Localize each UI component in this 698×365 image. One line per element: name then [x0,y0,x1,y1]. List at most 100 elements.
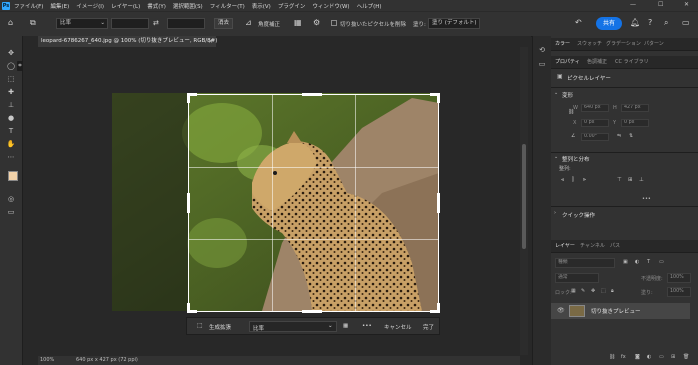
layer-row[interactable]: 👁︎ 切り抜きプレビュー [551,303,690,319]
tab-gradients[interactable]: グラデーション [606,38,641,50]
tab-swatches[interactable]: スウォッチ [577,38,602,50]
y-field[interactable]: 0 px [621,119,649,127]
blend-mode-select[interactable]: 通常 [555,273,599,283]
lock-artboard-icon[interactable]: ⬚ [601,288,606,294]
align-right-icon[interactable]: ⫸ [583,177,586,184]
menu-view[interactable]: 表示(V) [252,2,271,10]
quick-actions-title[interactable]: クイック操作 [562,211,595,219]
home-icon[interactable]: ⌂ [8,19,13,27]
lock-paint-icon[interactable]: ✎ [581,288,585,294]
more-tools-icon[interactable]: ⋯ [6,152,16,162]
hand-tool-icon[interactable]: ✋ [6,139,16,149]
overlay-grid-icon[interactable]: ▦ [294,19,302,27]
tab-cc-libraries[interactable]: CC ライブラリ [615,56,649,68]
height-input[interactable] [167,18,205,29]
swap-icon[interactable]: ⇄ [153,19,159,27]
menu-type[interactable]: 書式(Y) [147,2,166,10]
menu-layer[interactable]: レイヤー(L) [111,2,140,10]
bell-icon[interactable]: 🔔︎ [630,19,640,27]
fill-select[interactable]: 塗り (デフォルト) [428,18,480,29]
align-middle-icon[interactable]: ⊞ [628,177,633,183]
crop-handle-top[interactable] [302,93,322,96]
align-center-icon[interactable]: ⫿ [572,177,574,184]
crop-handle-left[interactable] [187,193,190,213]
minimize-button[interactable]: — [630,1,636,8]
crop-handle-bottom-right[interactable] [437,303,440,313]
clear-button[interactable]: 消去 [214,18,234,29]
menu-filter[interactable]: フィルター(T) [210,2,245,10]
crop-box[interactable] [188,94,439,312]
menu-help[interactable]: ヘルプ(H) [357,2,382,10]
lock-move-icon[interactable]: ✥ [591,288,595,294]
align-more-button[interactable]: ••• [642,196,651,202]
flip-horizontal-icon[interactable]: ⇋ [617,133,621,139]
stamp-tool-icon[interactable]: ⊥ [6,100,16,110]
w-field[interactable]: 640 px [581,104,609,112]
scrollbar-thumb[interactable] [522,144,526,249]
share-button[interactable]: 共有 [596,17,622,30]
menu-select[interactable]: 選択範囲(S) [173,2,203,10]
object-select-tool-icon[interactable]: ⬚ [6,74,16,84]
trash-icon[interactable]: 🗑︎ [683,354,689,360]
transform-section-title[interactable]: 変形 [562,91,573,99]
type-tool-icon[interactable]: T [6,126,16,136]
fx-icon[interactable]: fx [621,354,626,360]
move-tool-icon[interactable]: ✥ [6,48,16,58]
lasso-tool-icon[interactable]: ◯ [6,61,16,71]
layer-filter-input[interactable]: 種類 [555,258,615,268]
mask-icon[interactable]: ◙ [635,354,640,360]
tab-patterns[interactable]: パターン [644,38,664,50]
ratio-select[interactable]: 比率 ⌄ [56,18,108,29]
spot-heal-tool-icon[interactable]: ✚ [6,87,16,97]
document-tab[interactable]: leopard-6786267_640.jpg @ 100% (切り抜きプレビュ… [38,36,217,47]
menu-plugins[interactable]: プラグイン [278,2,306,10]
flip-vertical-icon[interactable]: ⇅ [629,133,633,139]
link-layers-icon[interactable]: ⛓ [609,354,615,360]
menu-edit[interactable]: 編集(E) [50,2,69,10]
done-button[interactable]: 完了 [423,323,434,331]
tab-adjustments[interactable]: 色調補正 [587,56,607,68]
gear-icon[interactable]: ⚙ [313,19,320,27]
history-icon[interactable]: ⟲ [537,46,547,54]
workspace-icon[interactable]: ▭ [682,19,690,27]
cancel-button[interactable]: キャンセル [384,323,412,331]
chevron-right-icon[interactable]: › [554,210,556,216]
width-input[interactable] [111,18,149,29]
align-top-icon[interactable]: ⊤ [617,177,622,183]
tab-paths[interactable]: パス [610,240,620,252]
filter-type-icon[interactable]: T [647,259,650,265]
generative-expand-button[interactable]: 生成拡張 [209,323,231,331]
foreground-color-swatch[interactable] [8,171,18,181]
tab-channels[interactable]: チャンネル [580,240,605,252]
tab-properties[interactable]: プロパティ [555,56,580,68]
more-options-button[interactable]: ••• [362,323,372,329]
h-field[interactable]: 427 px [621,104,649,112]
new-layer-icon[interactable]: ⊞ [671,354,675,360]
delete-cropped-checkbox[interactable] [331,20,337,26]
straighten-label[interactable]: 角度補正 [258,20,280,28]
filter-shape-icon[interactable]: ▭ [659,259,664,265]
eye-icon[interactable]: 👁︎ [557,307,565,314]
chevron-down-icon[interactable]: ⌄ [554,90,558,96]
quick-mask-icon[interactable]: ◎ [6,194,16,204]
menu-image[interactable]: イメージ(I) [76,2,104,10]
lock-transparency-icon[interactable]: ▦ [571,288,576,294]
ratio-dropdown[interactable]: 比率 ⌄ [249,321,337,332]
zoom-level[interactable]: 100% [40,356,54,365]
menu-file[interactable]: ファイル(F) [14,2,43,10]
crop-handle-top-left[interactable] [187,93,190,103]
group-icon[interactable]: ▭ [659,354,664,360]
adjustment-layer-icon[interactable]: ◐ [647,354,651,360]
close-window-button[interactable]: ✕ [684,1,689,8]
maximize-button[interactable]: ☐ [658,1,663,8]
filter-pixel-icon[interactable]: ▣ [623,259,628,265]
crop-handle-right[interactable] [437,193,440,213]
crop-tool-preset-icon[interactable]: ⧉ [30,19,36,27]
x-field[interactable]: 0 px [581,119,609,127]
generative-expand-icon[interactable]: ⬚ [197,322,203,329]
align-left-icon[interactable]: ⫷ [561,177,564,184]
angle-field[interactable]: 0.00° [581,133,609,141]
filter-adjustment-icon[interactable]: ◐ [635,259,639,265]
dodge-tool-icon[interactable]: ● [6,113,16,123]
lock-all-icon[interactable]: 🔒︎ [611,288,614,294]
